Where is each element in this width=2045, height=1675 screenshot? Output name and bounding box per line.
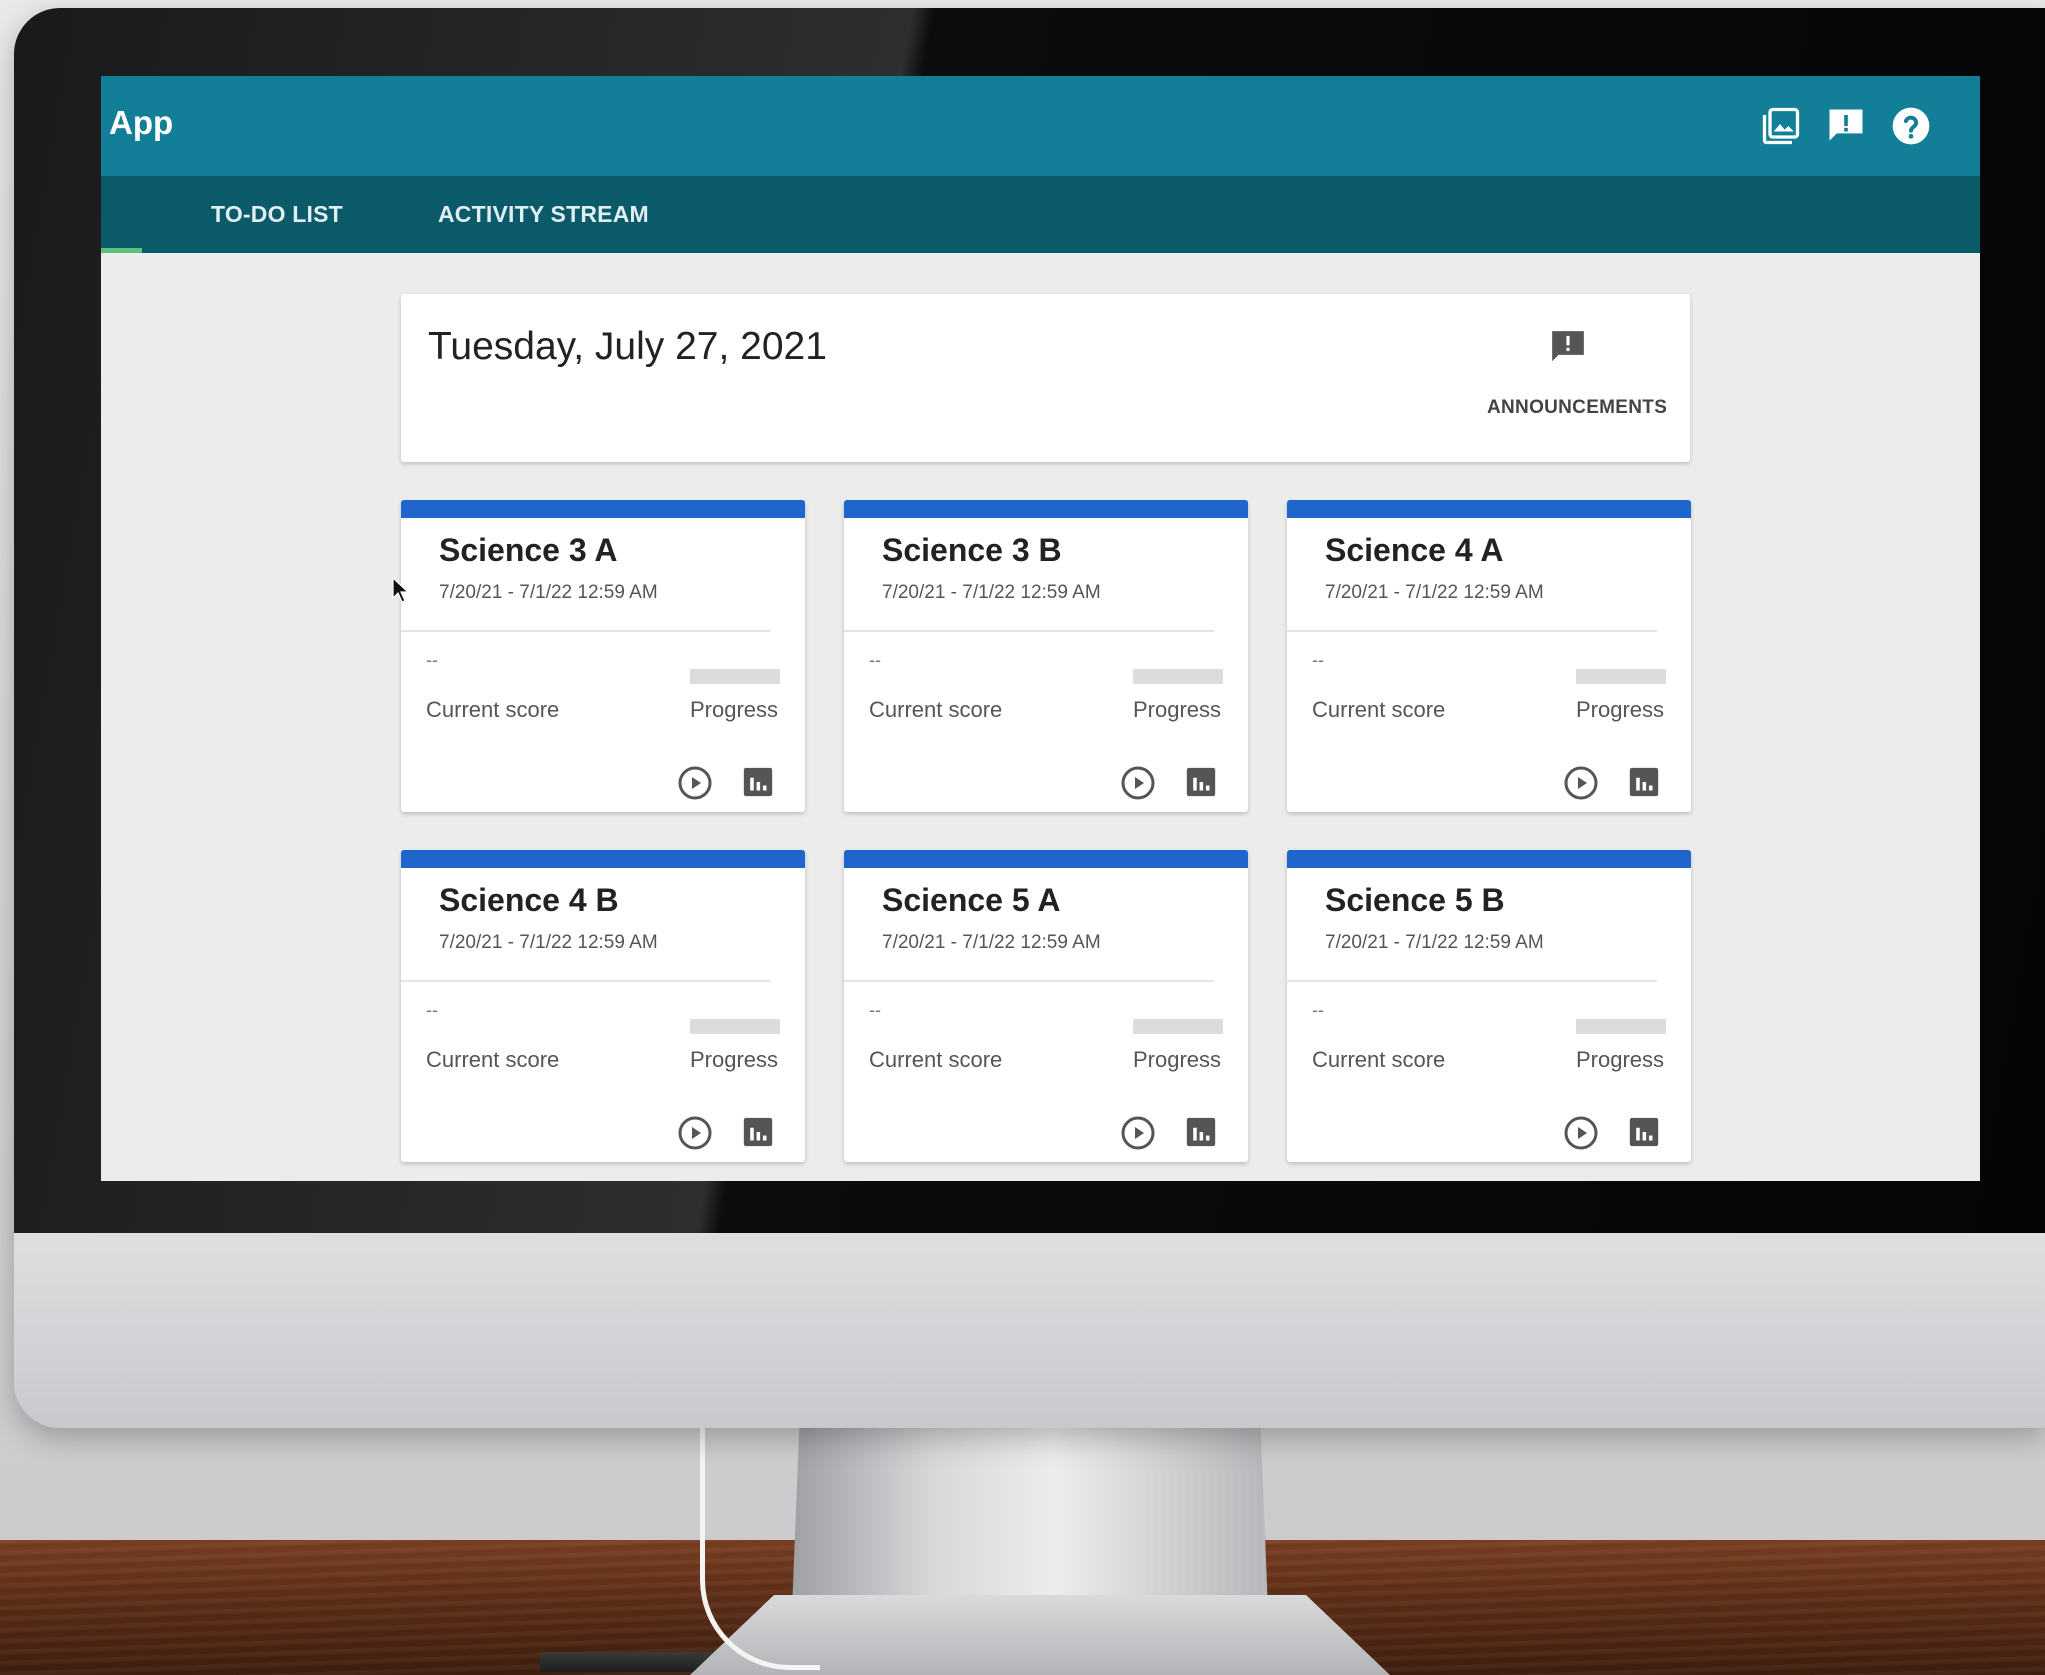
bar-chart-icon[interactable] bbox=[741, 765, 775, 799]
bar-chart-icon[interactable] bbox=[741, 1115, 775, 1149]
feedback-icon[interactable] bbox=[1824, 104, 1868, 148]
course-title[interactable]: Science 5 B bbox=[1325, 882, 1505, 919]
progress-label: Progress bbox=[690, 697, 779, 722]
announcement-icon[interactable] bbox=[1549, 328, 1587, 366]
course-title[interactable]: Science 5 A bbox=[882, 882, 1060, 919]
course-title[interactable]: Science 4 B bbox=[439, 882, 619, 919]
course-card-science-4-b[interactable]: Science 4 B 7/20/21 - 7/1/22 12:59 AM --… bbox=[401, 850, 805, 1162]
progress-bar bbox=[1133, 669, 1223, 684]
progress-bar bbox=[690, 669, 780, 684]
current-score-value: -- bbox=[1312, 650, 1324, 670]
progress-label: Progress bbox=[1133, 1047, 1222, 1072]
progress-label: Progress bbox=[1576, 1047, 1665, 1072]
play-icon[interactable] bbox=[677, 1115, 713, 1151]
tab-activity-stream[interactable]: ACTIVITY STREAM bbox=[438, 176, 649, 253]
current-score-value: -- bbox=[1312, 1000, 1324, 1020]
announcements-button[interactable]: ANNOUNCEMENTS bbox=[1487, 397, 1667, 419]
bar-chart-icon[interactable] bbox=[1627, 765, 1661, 799]
date-card: Tuesday, July 27, 2021 ANNOUNCEMENTS bbox=[401, 294, 1690, 462]
current-score-label: Current score bbox=[426, 1047, 560, 1072]
course-dates: 7/20/21 - 7/1/22 12:59 AM bbox=[439, 582, 658, 603]
card-divider bbox=[844, 980, 1214, 982]
bar-chart-icon[interactable] bbox=[1184, 765, 1218, 799]
progress-bar bbox=[1576, 1019, 1666, 1034]
course-card-science-3-b[interactable]: Science 3 B 7/20/21 - 7/1/22 12:59 AM --… bbox=[844, 500, 1248, 812]
course-dates: 7/20/21 - 7/1/22 12:59 AM bbox=[882, 582, 1101, 603]
card-divider bbox=[401, 630, 771, 632]
progress-label: Progress bbox=[1133, 697, 1222, 722]
current-score-label: Current score bbox=[1312, 1047, 1446, 1072]
power-cable bbox=[700, 1420, 820, 1670]
current-score-label: Current score bbox=[869, 1047, 1003, 1072]
progress-bar bbox=[1576, 669, 1666, 684]
current-score-value: -- bbox=[426, 650, 438, 670]
progress-bar bbox=[690, 1019, 780, 1034]
active-tab-indicator bbox=[101, 248, 142, 253]
course-dates: 7/20/21 - 7/1/22 12:59 AM bbox=[882, 932, 1101, 953]
course-title[interactable]: Science 4 A bbox=[1325, 532, 1503, 569]
bar-chart-icon[interactable] bbox=[1627, 1115, 1661, 1149]
card-divider bbox=[1287, 980, 1657, 982]
course-dates: 7/20/21 - 7/1/22 12:59 AM bbox=[1325, 582, 1544, 603]
play-icon[interactable] bbox=[1563, 1115, 1599, 1151]
current-score-label: Current score bbox=[1312, 697, 1446, 722]
app-screen: App TO-DO LIST ACTIVITY STREAM Tuesday, … bbox=[101, 76, 1980, 1181]
play-icon[interactable] bbox=[677, 765, 713, 801]
course-card-science-5-b[interactable]: Science 5 B 7/20/21 - 7/1/22 12:59 AM --… bbox=[1287, 850, 1691, 1162]
app-bar: App bbox=[101, 76, 1980, 176]
card-divider bbox=[401, 980, 771, 982]
course-dates: 7/20/21 - 7/1/22 12:59 AM bbox=[1325, 932, 1544, 953]
course-card-science-4-a[interactable]: Science 4 A 7/20/21 - 7/1/22 12:59 AM --… bbox=[1287, 500, 1691, 812]
course-dates: 7/20/21 - 7/1/22 12:59 AM bbox=[439, 932, 658, 953]
current-score-label: Current score bbox=[426, 697, 560, 722]
tab-todo-list[interactable]: TO-DO LIST bbox=[211, 176, 343, 253]
course-card-science-5-a[interactable]: Science 5 A 7/20/21 - 7/1/22 12:59 AM --… bbox=[844, 850, 1248, 1162]
card-divider bbox=[1287, 630, 1657, 632]
bar-chart-icon[interactable] bbox=[1184, 1115, 1218, 1149]
play-icon[interactable] bbox=[1120, 1115, 1156, 1151]
gallery-icon[interactable] bbox=[1759, 104, 1803, 148]
play-icon[interactable] bbox=[1563, 765, 1599, 801]
tab-bar: TO-DO LIST ACTIVITY STREAM bbox=[101, 176, 1980, 253]
mouse-cursor-icon bbox=[392, 576, 410, 603]
current-score-value: -- bbox=[869, 1000, 881, 1020]
play-icon[interactable] bbox=[1120, 765, 1156, 801]
progress-label: Progress bbox=[1576, 697, 1665, 722]
monitor-chin bbox=[14, 1233, 2045, 1428]
current-score-value: -- bbox=[426, 1000, 438, 1020]
progress-bar bbox=[1133, 1019, 1223, 1034]
current-score-label: Current score bbox=[869, 697, 1003, 722]
card-divider bbox=[844, 630, 1214, 632]
help-icon[interactable] bbox=[1889, 104, 1933, 148]
course-card-science-3-a[interactable]: Science 3 A 7/20/21 - 7/1/22 12:59 AM --… bbox=[401, 500, 805, 812]
app-title: App bbox=[109, 104, 174, 141]
current-score-value: -- bbox=[869, 650, 881, 670]
course-title[interactable]: Science 3 B bbox=[882, 532, 1062, 569]
course-title[interactable]: Science 3 A bbox=[439, 532, 617, 569]
current-date: Tuesday, July 27, 2021 bbox=[428, 325, 827, 368]
progress-label: Progress bbox=[690, 1047, 779, 1072]
